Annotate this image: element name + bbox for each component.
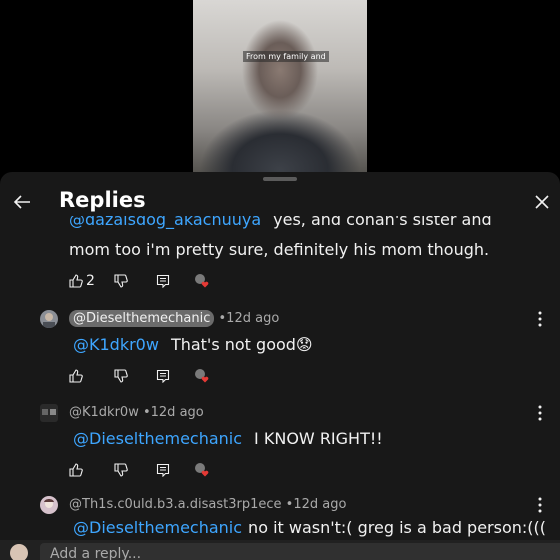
avatar[interactable] [40,404,58,422]
list-item: @dazaisdog_akachuuya yes, and conan's sis… [0,216,560,296]
more-vertical-icon[interactable] [534,404,546,422]
thumbs-up-icon [69,369,83,383]
close-icon[interactable] [530,190,554,214]
reply-button[interactable] [156,366,170,386]
reply-button[interactable] [156,271,170,291]
video-player[interactable]: From my family and [0,0,560,172]
comment-meta: @K1dkr0w •12d ago [69,405,204,420]
list-item: @K1dkr0w •12d ago @Dieselthemechanic I KN… [0,402,560,486]
replies-panel: Replies @dazaisdog_akachuuya yes, and con… [0,172,560,560]
creator-heart [194,271,210,291]
creator-heart [194,366,210,386]
mention-link[interactable]: @dazaisdog_akachuuya [69,216,261,229]
avatar-image [44,499,54,508]
comment-meta: @Th1s.c0uld.b3.a.disast3rp1ece •12d ago [69,497,346,512]
reply-bar [0,540,560,560]
like-button[interactable] [69,460,83,480]
creator-heart [194,460,210,480]
mention-link[interactable]: @Dieselthemechanic [73,518,242,537]
comment-icon [156,274,170,288]
panel-title: Replies [59,188,146,212]
thumbs-up-icon [69,274,83,288]
avatar [10,544,28,560]
thumbs-down-icon [114,369,128,383]
comment-body: That's not good😟 [170,335,313,354]
creator-heart-icon [195,274,209,288]
creator-heart-icon [195,463,209,477]
arrow-left-icon[interactable] [10,190,34,214]
video-frame: From my family and [193,0,367,172]
more-vertical-icon[interactable] [534,496,546,514]
dislike-button[interactable] [114,271,128,291]
author-handle[interactable]: @K1dkr0w [69,405,139,420]
comment-text: @Dieselthemechanic I KNOW RIGHT!! [69,429,383,448]
comment-meta: @Dieselthemechanic •12d ago [69,310,280,327]
avatar[interactable] [40,496,58,514]
thumbs-up-icon [69,463,83,477]
comment-body: no it wasn't:( greg is a bad person:((( [248,518,547,537]
avatar-image [42,409,56,415]
replies-list[interactable]: @dazaisdog_akachuuya yes, and conan's sis… [0,216,560,560]
like-button[interactable]: 2 [69,271,95,291]
mention-link[interactable]: @Dieselthemechanic [73,429,242,448]
comment-actions: 2 [69,271,269,291]
list-item: @Dieselthemechanic •12d ago @K1dkr0w That… [0,308,560,392]
drag-handle[interactable] [263,177,297,181]
reply-input[interactable] [40,543,560,560]
comment-text: @Dieselthemechanic no it wasn't:( greg is… [69,518,546,537]
dislike-button[interactable] [114,366,128,386]
comment-icon [156,463,170,477]
author-handle[interactable]: @Th1s.c0uld.b3.a.disast3rp1ece [69,497,282,512]
timestamp: 12d ago [226,311,280,326]
comment-actions [69,366,269,386]
timestamp: 12d ago [150,405,204,420]
like-count: 2 [86,273,95,289]
thumbs-down-icon [114,274,128,288]
author-handle[interactable]: @Dieselthemechanic [69,310,215,327]
comment-body: yes, and conan's sister and [273,216,492,229]
like-button[interactable] [69,366,83,386]
mention-link[interactable]: @K1dkr0w [73,335,159,354]
reply-button[interactable] [156,460,170,480]
comment-text-line2: mom too i'm pretty sure, definitely his … [69,240,490,259]
comment-icon [156,369,170,383]
comment-body: I KNOW RIGHT!! [254,429,383,448]
dot-separator: • [142,405,151,420]
more-vertical-icon[interactable] [534,310,546,328]
timestamp: 12d ago [293,497,347,512]
replies-header: Replies [0,186,560,220]
avatar[interactable] [40,310,58,328]
video-caption: From my family and [243,51,329,62]
thumbs-down-icon [114,463,128,477]
comment-text: @K1dkr0w That's not good😟 [69,335,313,354]
comment-actions [69,460,269,480]
dislike-button[interactable] [114,460,128,480]
comment-text: @dazaisdog_akachuuya yes, and conan's sis… [69,216,492,229]
creator-heart-icon [195,369,209,383]
avatar-image [43,313,55,328]
